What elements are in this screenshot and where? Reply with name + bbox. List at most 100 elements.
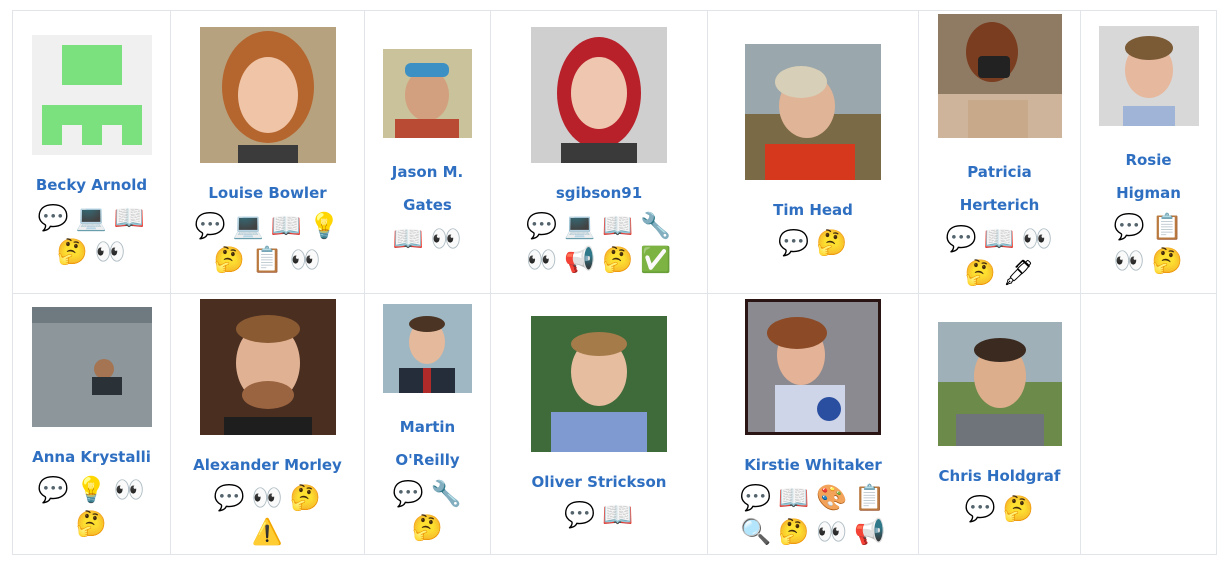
ideas-planning-icon[interactable]: 🤔 (962, 256, 1000, 290)
contributor-name-link[interactable]: Oliver Strickson (532, 472, 667, 492)
question-answering-icon[interactable]: 💬 (35, 201, 73, 235)
ideas-planning-icon[interactable]: 🤔 (775, 515, 813, 549)
talks-icon[interactable]: 📢 (851, 515, 889, 549)
review-icon[interactable]: 👀 (523, 243, 561, 277)
documentation-icon[interactable]: 📖 (599, 498, 637, 532)
question-answering-icon[interactable]: 💬 (775, 226, 813, 260)
question-answering-icon[interactable]: 💬 (35, 473, 73, 507)
documentation-icon[interactable]: 📖 (268, 209, 306, 243)
contributor-cell: Louise Bowler 💬 💻 📖 💡 🤔 📋 👀 (170, 10, 365, 294)
ideas-planning-icon[interactable]: 🤔 (599, 243, 637, 277)
review-icon[interactable]: 👀 (287, 243, 325, 277)
contributor-name-link[interactable]: Rosie Higman (1109, 144, 1189, 210)
code-icon[interactable]: 💻 (561, 209, 599, 243)
review-icon[interactable]: 👀 (249, 481, 287, 515)
avatar[interactable] (199, 299, 336, 435)
avatar[interactable] (745, 299, 881, 435)
contributor-cell: sgibson91 💬 💻 📖 🔧 👀 📢 🤔 ✅ (490, 10, 708, 294)
design-icon[interactable]: 🎨 (813, 481, 851, 515)
documentation-icon[interactable]: 📖 (111, 201, 149, 235)
question-answering-icon[interactable]: 💬 (211, 481, 249, 515)
warning-icon[interactable]: ⚠️ (249, 515, 287, 549)
code-icon[interactable]: 💻 (73, 201, 111, 235)
contributor-cell: Anna Krystalli 💬 💡 👀 🤔 (12, 293, 171, 555)
contributor-cell: Rosie Higman 💬 📋 👀 🤔 (1080, 10, 1217, 294)
review-icon[interactable]: 👀 (428, 222, 466, 256)
research-icon[interactable]: 🔍 (737, 515, 775, 549)
ideas-planning-icon[interactable]: 🤔 (73, 507, 111, 541)
contributor-name-link[interactable]: Martin O'Reilly (380, 411, 476, 477)
project-management-icon[interactable]: 📋 (851, 481, 889, 515)
review-icon[interactable]: 👀 (1111, 244, 1149, 278)
ideas-planning-icon[interactable]: 🤔 (287, 481, 325, 515)
code-icon[interactable]: 💻 (230, 209, 268, 243)
contributor-name-link[interactable]: Patricia Herterich (945, 156, 1055, 222)
tools-icon[interactable]: 🔧 (637, 209, 675, 243)
avatar[interactable] (745, 44, 881, 180)
avatar-photo (531, 316, 667, 452)
contributor-name-link[interactable]: Chris Holdgraf (939, 466, 1061, 486)
ideas-planning-icon[interactable]: 🤔 (813, 226, 851, 260)
review-icon[interactable]: 👀 (92, 235, 130, 269)
contributor-name-link[interactable]: Kirstie Whitaker (744, 455, 882, 475)
question-answering-icon[interactable]: 💬 (390, 477, 428, 511)
contributor-name-link[interactable]: Louise Bowler (208, 183, 326, 203)
avatar[interactable] (383, 303, 472, 393)
contributor-cell: Tim Head 💬 🤔 (707, 10, 919, 294)
contribution-icons: 💬 📖 👀 🤔 🖋 (940, 222, 1060, 290)
tools-icon[interactable]: 🔧 (428, 477, 466, 511)
tests-icon[interactable]: ✅ (637, 243, 675, 277)
question-answering-icon[interactable]: 💬 (737, 481, 775, 515)
contributor-name-link[interactable]: Anna Krystalli (32, 447, 151, 467)
documentation-icon[interactable]: 📖 (981, 222, 1019, 256)
content-icon[interactable]: 💡 (306, 209, 344, 243)
avatar-photo (937, 322, 1062, 446)
content-icon[interactable]: 💡 (73, 473, 111, 507)
avatar[interactable] (1098, 26, 1199, 126)
ideas-planning-icon[interactable]: 🤔 (1149, 244, 1187, 278)
contributor-cell: Martin O'Reilly 💬 🔧 🤔 (364, 293, 491, 555)
avatar[interactable] (937, 14, 1062, 138)
avatar[interactable] (531, 316, 667, 452)
identicon-image (31, 35, 152, 155)
empty-cell (1080, 293, 1217, 555)
avatar[interactable] (383, 48, 472, 138)
contributor-name-link[interactable]: Becky Arnold (36, 175, 147, 195)
contributor-cell: Kirstie Whitaker 💬 📖 🎨 📋 🔍 🤔 👀 📢 (707, 293, 919, 555)
ideas-planning-icon[interactable]: 🤔 (1000, 492, 1038, 526)
question-answering-icon[interactable]: 💬 (1111, 210, 1149, 244)
review-icon[interactable]: 👀 (1019, 222, 1057, 256)
talks-icon[interactable]: 📢 (561, 243, 599, 277)
review-icon[interactable]: 👀 (813, 515, 851, 549)
ideas-planning-icon[interactable]: 🤔 (211, 243, 249, 277)
contributor-name-link[interactable]: sgibson91 (556, 183, 642, 203)
question-answering-icon[interactable]: 💬 (523, 209, 561, 243)
avatar-photo (199, 299, 336, 435)
contributor-name-link[interactable]: Jason M. Gates (380, 156, 476, 222)
project-management-icon[interactable]: 📋 (249, 243, 287, 277)
documentation-icon[interactable]: 📖 (599, 209, 637, 243)
ideas-planning-icon[interactable]: 🤔 (409, 511, 447, 545)
contributor-cell: Alexander Morley 💬 👀 🤔 ⚠️ (170, 293, 365, 555)
review-icon[interactable]: 👀 (111, 473, 149, 507)
contribution-icons: 💬 💻 📖 🔧 👀 📢 🤔 ✅ (519, 209, 679, 277)
avatar[interactable] (31, 35, 152, 155)
documentation-icon[interactable]: 📖 (390, 222, 428, 256)
ideas-planning-icon[interactable]: 🤔 (54, 235, 92, 269)
question-answering-icon[interactable]: 💬 (962, 492, 1000, 526)
question-answering-icon[interactable]: 💬 (192, 209, 230, 243)
avatar[interactable] (31, 307, 152, 427)
contributor-name-link[interactable]: Tim Head (773, 200, 853, 220)
blog-icon[interactable]: 🖋 (1000, 256, 1038, 290)
project-management-icon[interactable]: 📋 (1149, 210, 1187, 244)
contributor-cell: Chris Holdgraf 💬 🤔 (918, 293, 1081, 555)
contribution-icons: 💬 📖 🎨 📋 🔍 🤔 👀 📢 (733, 481, 893, 549)
documentation-icon[interactable]: 📖 (775, 481, 813, 515)
avatar[interactable] (199, 27, 336, 163)
avatar[interactable] (531, 27, 667, 163)
avatar-photo (199, 27, 336, 163)
avatar[interactable] (937, 322, 1062, 446)
question-answering-icon[interactable]: 💬 (561, 498, 599, 532)
contributor-name-link[interactable]: Alexander Morley (193, 455, 342, 475)
question-answering-icon[interactable]: 💬 (943, 222, 981, 256)
